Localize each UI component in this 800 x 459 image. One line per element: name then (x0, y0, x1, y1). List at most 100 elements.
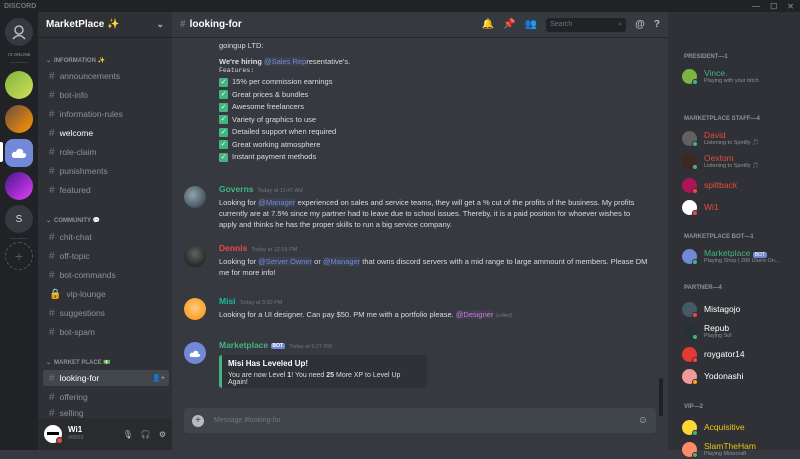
invite-icon[interactable]: 👤+ (152, 374, 165, 382)
hash-icon: # (49, 408, 55, 418)
check-icon: ✓ (219, 127, 228, 137)
server-icon-1[interactable] (5, 71, 33, 99)
mention-icon[interactable]: @ (635, 19, 645, 30)
headphones-icon[interactable]: 🎧 (141, 430, 151, 439)
member-status: Playing Sol (704, 333, 732, 339)
member-name: Oextom (704, 153, 734, 163)
bell-icon[interactable]: 🔔 (482, 19, 494, 30)
embed-description: You are now Level 1! You need 25 More XP… (228, 372, 421, 386)
channel-off-topic[interactable]: # off-topic (43, 248, 169, 264)
member-item[interactable]: SlamTheHam Playing Minecraft (682, 441, 797, 459)
avatar[interactable] (184, 186, 206, 208)
category-market-place[interactable]: ⌄ MARKET PLACE 💵 (38, 357, 119, 367)
message-author[interactable]: Governs Today at 11:47 AM (219, 184, 303, 194)
minimize-icon[interactable]: — (752, 2, 760, 11)
member-item[interactable]: Vince. Playing with your bitch (682, 68, 797, 86)
member-item[interactable]: Oextom Listening to Spotify 🎵 (682, 153, 797, 171)
channel-welcome[interactable]: # welcome (43, 125, 169, 141)
category-information[interactable]: ⌄ INFORMATION ✨ (38, 55, 113, 65)
add-server-button[interactable]: + (5, 242, 33, 270)
server-icon-2[interactable] (5, 105, 33, 133)
channel-selling[interactable]: # selling (43, 408, 169, 418)
channel-bot-commands[interactable]: # bot-commands (43, 267, 169, 283)
member-status: Playing Minecraft (704, 451, 747, 457)
channel-name: role-claim (59, 147, 97, 157)
server-icon-4[interactable] (5, 172, 33, 200)
member-item[interactable]: roygator14 (682, 346, 797, 364)
chevron-down-icon[interactable]: ⌄ (156, 19, 164, 30)
search-input[interactable]: Search ⌕ (546, 17, 627, 32)
member-item[interactable]: Mistagojo (682, 301, 797, 319)
title-bar: DISCORD — ☐ ✕ (0, 0, 800, 12)
hash-icon: # (49, 127, 55, 139)
avatar[interactable] (184, 298, 206, 320)
mention-sales-rep[interactable]: @Sales Rep (264, 57, 307, 66)
member-name: David (704, 130, 726, 140)
channel-chit-chat[interactable]: # chit-chat (43, 229, 169, 245)
channel-name: looking-for (59, 373, 100, 383)
member-name: roygator14 (704, 349, 745, 359)
text: Looking for a UI designer. Can pay $50. … (219, 310, 456, 319)
channel-bot-info[interactable]: # bot-info (43, 87, 169, 103)
avatar[interactable] (184, 342, 206, 364)
check-icon: ✓ (219, 77, 228, 87)
member-item[interactable]: Acquisitive (682, 419, 797, 437)
server-icon-marketplace[interactable] (5, 139, 33, 167)
avatar[interactable] (44, 425, 63, 444)
help-icon[interactable]: ? (654, 19, 660, 30)
member-item[interactable]: Yodonashi (682, 368, 797, 386)
channel-punishments[interactable]: # punishments (43, 163, 169, 179)
channel-offering[interactable]: # offering (43, 389, 169, 405)
message-author[interactable]: Misi Today at 3:50 PM (219, 296, 282, 306)
channel-name: bot-info (59, 90, 88, 100)
server-header[interactable]: MarketPlace ✨ ⌄ (38, 12, 172, 38)
mention-manager[interactable]: @Manager (322, 257, 361, 266)
member-item[interactable]: Repub Playing Sol (682, 323, 797, 341)
channel-announcements[interactable]: # announcements (43, 68, 169, 84)
member-name: Vince. (704, 68, 728, 78)
message-input[interactable]: + Message #looking-for ☺ (184, 408, 656, 433)
microphone-icon[interactable]: 🎙 (123, 430, 133, 439)
mention-designer[interactable]: @Designer (455, 310, 494, 319)
channel-name: punishments (59, 166, 108, 176)
member-status: Listening to Spotify 🎵 (704, 163, 759, 169)
upload-icon[interactable]: + (192, 414, 204, 427)
member-name: Yodonashi (704, 371, 744, 381)
gear-icon[interactable]: ⚙ (159, 430, 166, 439)
category-community[interactable]: ⌄ COMMUNITY 💬 (38, 215, 108, 225)
check-icon: ✓ (219, 102, 228, 112)
pin-icon[interactable]: 📌 (503, 19, 515, 30)
emoji-icon[interactable]: ☺ (638, 415, 648, 426)
timestamp: Today at 12:19 PM (251, 247, 298, 253)
hash-icon: # (49, 165, 55, 177)
message-author[interactable]: Marketplace BOT Today at 5:27 PM (219, 340, 332, 350)
close-icon[interactable]: ✕ (787, 2, 794, 11)
message-author[interactable]: Dennis Today at 12:19 PM (219, 243, 297, 253)
channel-name: welcome (59, 128, 94, 138)
member-item[interactable]: David Listening to Spotify 🎵 (682, 130, 797, 148)
channel-looking-for[interactable]: # looking-for 👤+ (43, 370, 169, 386)
channel-suggestions[interactable]: # suggestions (43, 305, 169, 321)
channel-featured[interactable]: # featured (43, 182, 169, 198)
server-icon-s[interactable]: S (5, 205, 33, 233)
channel-bot-spam[interactable]: # bot-spam (43, 324, 169, 340)
feature-text: Instant payment methods (232, 152, 317, 161)
scrollbar[interactable] (659, 378, 663, 416)
timestamp: Today at 3:50 PM (239, 300, 283, 306)
avatar[interactable] (184, 245, 206, 267)
members-icon[interactable]: 👥 (525, 19, 537, 30)
channel-role-claim[interactable]: # role-claim (43, 144, 169, 160)
channel-information-rules[interactable]: # information-rules (43, 106, 169, 122)
member-item[interactable]: Wi1 (682, 199, 797, 217)
member-name: Repub (704, 323, 730, 333)
friends-button[interactable] (5, 18, 33, 46)
maximize-icon[interactable]: ☐ (770, 2, 777, 11)
channel-name: bot-commands (59, 270, 116, 280)
hash-icon: # (49, 326, 55, 338)
member-item[interactable]: Marketplace BOT Playing Shop | 289 Users … (682, 248, 797, 266)
mention-manager[interactable]: @Manager (258, 198, 296, 207)
hash-icon: # (180, 19, 186, 30)
member-item[interactable]: spiltback (682, 177, 797, 195)
channel-vip-lounge[interactable]: 🔒 vip-lounge (43, 286, 169, 302)
mention-server-owner[interactable]: @Server Owner (258, 257, 313, 266)
